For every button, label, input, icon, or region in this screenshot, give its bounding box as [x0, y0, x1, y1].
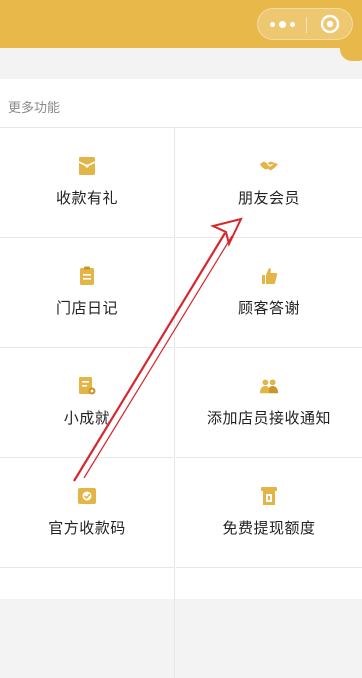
certificate-icon: [77, 376, 97, 396]
feature-label: 免费提现额度: [222, 519, 316, 537]
more-dots-icon[interactable]: [258, 9, 306, 39]
feature-label: 小成就: [63, 409, 111, 427]
feature-item-xiao-chengjiu[interactable]: 小成就: [0, 348, 175, 458]
top-bar: [0, 0, 362, 48]
feature-item-pengyou-huiyuan[interactable]: 朋友会员: [176, 128, 362, 238]
feature-item-partial: [176, 568, 362, 678]
feature-label: 门店日记: [55, 299, 118, 317]
feature-item-guanfang-shoukuanma[interactable]: 官方收款码: [0, 458, 175, 568]
feature-item-guke-daxie[interactable]: 顾客答谢: [176, 238, 362, 348]
feature-item-shoukuan-youli[interactable]: 收款有礼: [0, 128, 175, 238]
feature-item-partial: [0, 568, 175, 678]
payment-code-icon: [77, 486, 97, 506]
separator-band: [0, 48, 362, 74]
feature-label: 朋友会员: [237, 189, 300, 207]
mini-program-capsule: [257, 8, 353, 40]
feature-grid: 收款有礼 朋友会员 门店日记 顾客答谢 小成就 添加店员接收通知 官方收款码 免…: [0, 127, 362, 678]
feature-item-mendian-riji[interactable]: 门店日记: [0, 238, 175, 348]
feature-label: 添加店员接收通知: [206, 409, 331, 427]
feature-label: 收款有礼: [55, 189, 118, 207]
feature-label: 顾客答谢: [237, 299, 300, 317]
feature-item-mianfei-tixian[interactable]: 免费提现额度: [176, 458, 362, 568]
handshake-icon: [259, 156, 279, 176]
feature-label: 官方收款码: [48, 519, 126, 537]
thumbs-up-icon: [259, 266, 279, 286]
notepad-icon: [77, 266, 97, 286]
section-title: 更多功能: [8, 101, 61, 116]
target-circle-icon[interactable]: [306, 9, 354, 39]
staff-group-icon: [259, 376, 279, 396]
withdraw-quota-icon: [259, 486, 279, 506]
feature-item-tianjia-dianyuan[interactable]: 添加店员接收通知: [176, 348, 362, 458]
red-envelope-icon: [77, 156, 97, 176]
